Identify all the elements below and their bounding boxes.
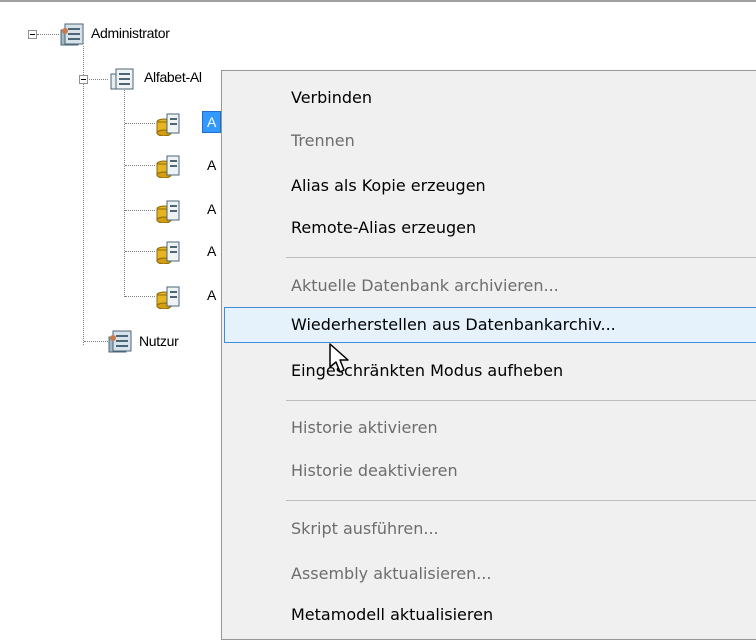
tree-line [125,296,155,297]
menu-item-historie-deaktivieren[interactable]: Historie deaktivieren [224,453,756,489]
database-folder-icon [110,67,134,90]
database-user-icon [60,22,84,46]
collapse-expander-icon[interactable] [79,75,88,84]
menu-item-wiederherstellen[interactable]: Wiederherstellen aus Datenbankarchiv... [224,307,756,343]
tree-line [84,341,108,342]
tree-node-alfabet-alias[interactable]: Alfabet-Al [144,67,202,87]
database-yellow-icon [156,112,180,137]
menu-item-archivieren[interactable]: Aktuelle Datenbank archivieren... [224,268,756,304]
menu-item-historie-aktivieren[interactable]: Historie aktivieren [224,410,756,446]
menu-separator [286,257,756,258]
tree-line [83,46,84,345]
tree-node-alias-2[interactable]: A [207,155,216,175]
menu-item-trennen[interactable]: Trennen [224,123,756,159]
menu-item-verbinden[interactable]: Verbinden [224,80,756,116]
tree-node-alias-3[interactable]: A [207,199,216,219]
database-yellow-icon [156,285,180,310]
menu-separator [286,400,756,401]
database-yellow-icon [156,240,180,265]
context-menu: Verbinden Trennen Alias als Kopie erzeug… [221,70,756,640]
menu-item-remote-alias[interactable]: Remote-Alias erzeugen [224,210,756,246]
tree-line [125,123,155,124]
menu-separator [286,500,756,501]
tree-node-nutzer[interactable]: Nutzur [139,331,179,351]
tree-node-alias-5[interactable]: A [207,285,216,305]
tree-line [125,251,155,252]
tree-line [124,88,125,297]
collapse-expander-icon[interactable] [28,30,37,39]
menu-item-assembly[interactable]: Assembly aktualisieren... [224,556,756,592]
menu-item-alias-kopie[interactable]: Alias als Kopie erzeugen [224,168,756,204]
database-yellow-icon [156,199,180,224]
database-user-icon [108,329,132,353]
database-yellow-icon [156,154,180,179]
tree-node-alias-4[interactable]: A [207,241,216,261]
menu-item-metamodell[interactable]: Metamodell aktualisieren [224,597,756,633]
tree-line [125,210,155,211]
menu-item-skript-ausfuehren[interactable]: Skript ausführen... [224,511,756,547]
tree-line [125,165,155,166]
menu-item-modus-aufheben[interactable]: Eingeschränkten Modus aufheben [224,353,756,389]
tree-line [37,34,59,35]
tree-node-administrator[interactable]: Administrator [91,23,170,43]
mouse-pointer-icon [329,343,349,373]
tree-node-alias-1[interactable]: A [201,111,222,133]
